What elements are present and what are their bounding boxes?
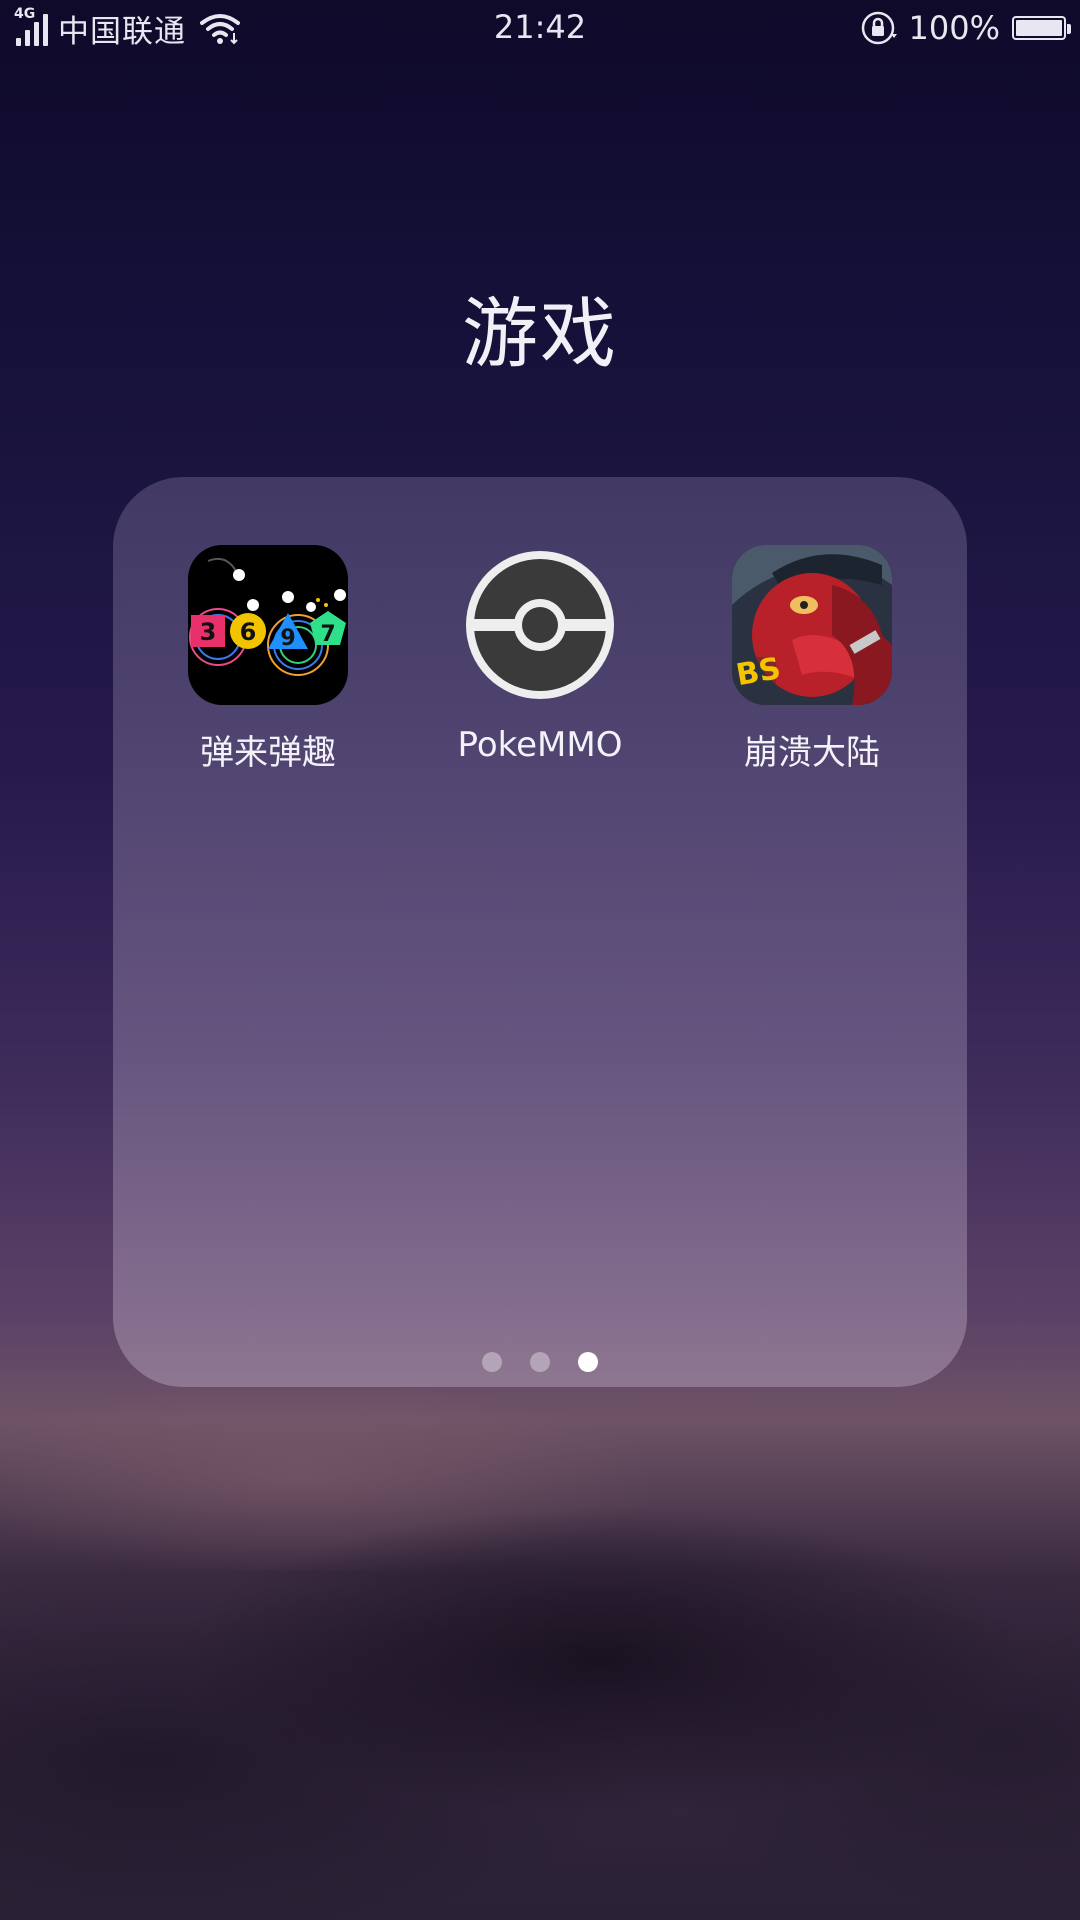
folder-panel: 3 6 9 7 弹来弹趣 PokeMMO BS 崩溃大陆 xyxy=(113,477,967,1387)
battery-percent: 100% xyxy=(908,9,1000,47)
folder-title[interactable]: 游戏 xyxy=(0,272,1080,382)
rotation-lock-icon xyxy=(861,11,897,45)
ball-number-9: 9 xyxy=(280,626,295,651)
app-label: 弹来弹趣 xyxy=(200,733,336,773)
app-label: 崩溃大陆 xyxy=(744,733,880,773)
app-crashlands[interactable]: BS 崩溃大陆 xyxy=(692,545,932,774)
page-indicator[interactable] xyxy=(113,1352,967,1372)
page-dot-1[interactable] xyxy=(482,1352,502,1372)
app-tanlaitanqu[interactable]: 3 6 9 7 弹来弹趣 xyxy=(148,545,388,774)
ball-game-icon: 3 6 9 7 xyxy=(188,545,348,705)
status-bar: 4G 中国联通 21:42 100% xyxy=(0,0,1080,56)
crashlands-icon: BS xyxy=(732,545,892,705)
page-dot-3[interactable] xyxy=(578,1352,598,1372)
pokeball-icon xyxy=(460,545,620,705)
ball-number-7: 7 xyxy=(320,622,335,647)
app-label: PokeMMO xyxy=(457,725,623,765)
app-pokemmo[interactable]: PokeMMO xyxy=(420,545,660,765)
page-dot-2[interactable] xyxy=(530,1352,550,1372)
wallpaper-hills xyxy=(0,1440,1080,1920)
ball-number-6: 6 xyxy=(240,618,257,646)
ball-number-3: 3 xyxy=(200,618,217,646)
battery-icon xyxy=(1012,16,1071,40)
